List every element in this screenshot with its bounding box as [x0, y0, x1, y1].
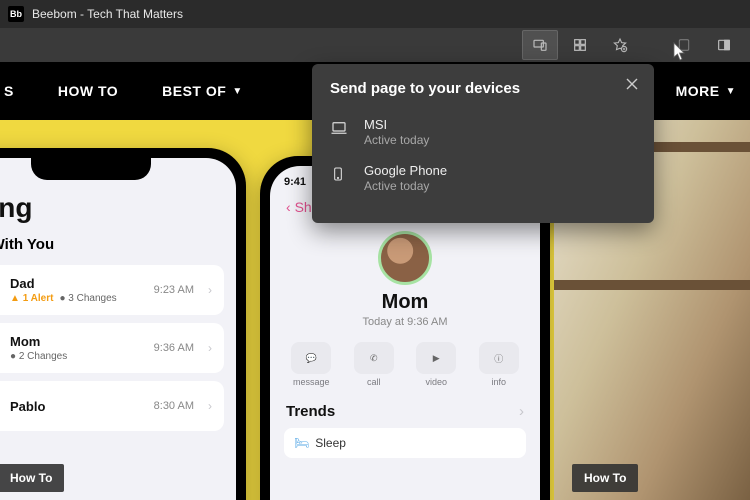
contact-name: Pablo: [10, 399, 144, 414]
call-action: ✆call: [354, 342, 394, 387]
tab-title: Beebom - Tech That Matters: [32, 7, 183, 21]
alert-badge: ▲ 1 Alert: [10, 293, 53, 304]
contact-timestamp: Today at 9:36 AM: [270, 316, 540, 328]
device-status: Active today: [364, 133, 429, 147]
device-row[interactable]: Google Phone Active today: [330, 157, 636, 203]
nav-item-partial[interactable]: S: [0, 83, 14, 99]
chevron-right-icon: ›: [208, 283, 212, 297]
video-action: ▶video: [416, 342, 456, 387]
bed-icon: 🛏: [294, 436, 309, 450]
window-titlebar: Bb Beebom - Tech That Matters: [0, 0, 750, 28]
shelf-decoration: [554, 280, 750, 290]
phone-mockup-sharing-list: aring ing With You Dad ▲ 1 Alert ● 3 Cha…: [0, 148, 246, 500]
changes-badge: ● 2 Changes: [10, 351, 67, 362]
send-to-devices-flyout: Send page to your devices MSI Active tod…: [312, 64, 654, 223]
contact-name: Mom: [10, 334, 144, 349]
favorites-button[interactable]: [602, 30, 638, 60]
row-time: 9:36 AM: [154, 342, 194, 354]
action-row: 💬message ✆call ▶video ⓘinfo: [270, 328, 540, 401]
close-button[interactable]: [622, 74, 642, 94]
device-row[interactable]: MSI Active today: [330, 111, 636, 157]
device-name: Google Phone: [364, 163, 447, 178]
device-name: MSI: [364, 117, 429, 132]
chevron-right-icon: ›: [208, 399, 212, 413]
nav-item-more[interactable]: MORE ▼: [676, 83, 750, 99]
send-to-devices-button[interactable]: [522, 30, 558, 60]
info-action: ⓘinfo: [479, 342, 519, 387]
browser-toolbar: [0, 28, 750, 62]
info-icon: ⓘ: [479, 342, 519, 374]
chevron-down-icon: ▼: [232, 86, 242, 97]
row-time: 9:23 AM: [154, 284, 194, 296]
laptop-icon: [330, 117, 350, 142]
changes-badge: ● 3 Changes: [59, 293, 116, 304]
sharing-row: Pablo 8:30 AM ›: [0, 381, 224, 431]
sharing-row: Mom ● 2 Changes 9:36 AM ›: [0, 323, 224, 373]
message-icon: 💬: [291, 342, 331, 374]
sharing-row: Dad ▲ 1 Alert ● 3 Changes 9:23 AM ›: [0, 265, 224, 315]
row-time: 8:30 AM: [154, 400, 194, 412]
trends-header: Trends›: [270, 401, 540, 422]
video-icon: ▶: [416, 342, 456, 374]
trend-row: 🛏 Sleep: [284, 428, 526, 458]
contact-name: Mom: [270, 291, 540, 314]
phone-notch: [31, 158, 151, 180]
extensions-button[interactable]: [562, 30, 598, 60]
chevron-down-icon: ▼: [726, 86, 736, 97]
phone-icon: [330, 163, 350, 188]
category-badge[interactable]: How To: [572, 464, 638, 492]
chevron-right-icon: ›: [208, 341, 212, 355]
nav-item-label: BEST OF: [162, 83, 226, 99]
category-badge[interactable]: How To: [0, 464, 64, 492]
sharing-subheading: ing With You: [0, 230, 236, 257]
phone-icon: ✆: [354, 342, 394, 374]
flyout-title: Send page to your devices: [330, 80, 636, 97]
message-action: 💬message: [291, 342, 331, 387]
device-status: Active today: [364, 179, 447, 193]
sidebar-button[interactable]: [706, 30, 742, 60]
mouse-cursor: [673, 42, 687, 62]
nav-item-bestof[interactable]: BEST OF ▼: [162, 83, 243, 99]
nav-item-howto[interactable]: HOW TO: [58, 83, 118, 99]
contact-avatar: [378, 231, 432, 285]
contact-name: Dad: [10, 276, 144, 291]
status-clock: 9:41: [284, 176, 306, 189]
nav-item-label: MORE: [676, 83, 720, 99]
tab-favicon: Bb: [8, 6, 24, 22]
